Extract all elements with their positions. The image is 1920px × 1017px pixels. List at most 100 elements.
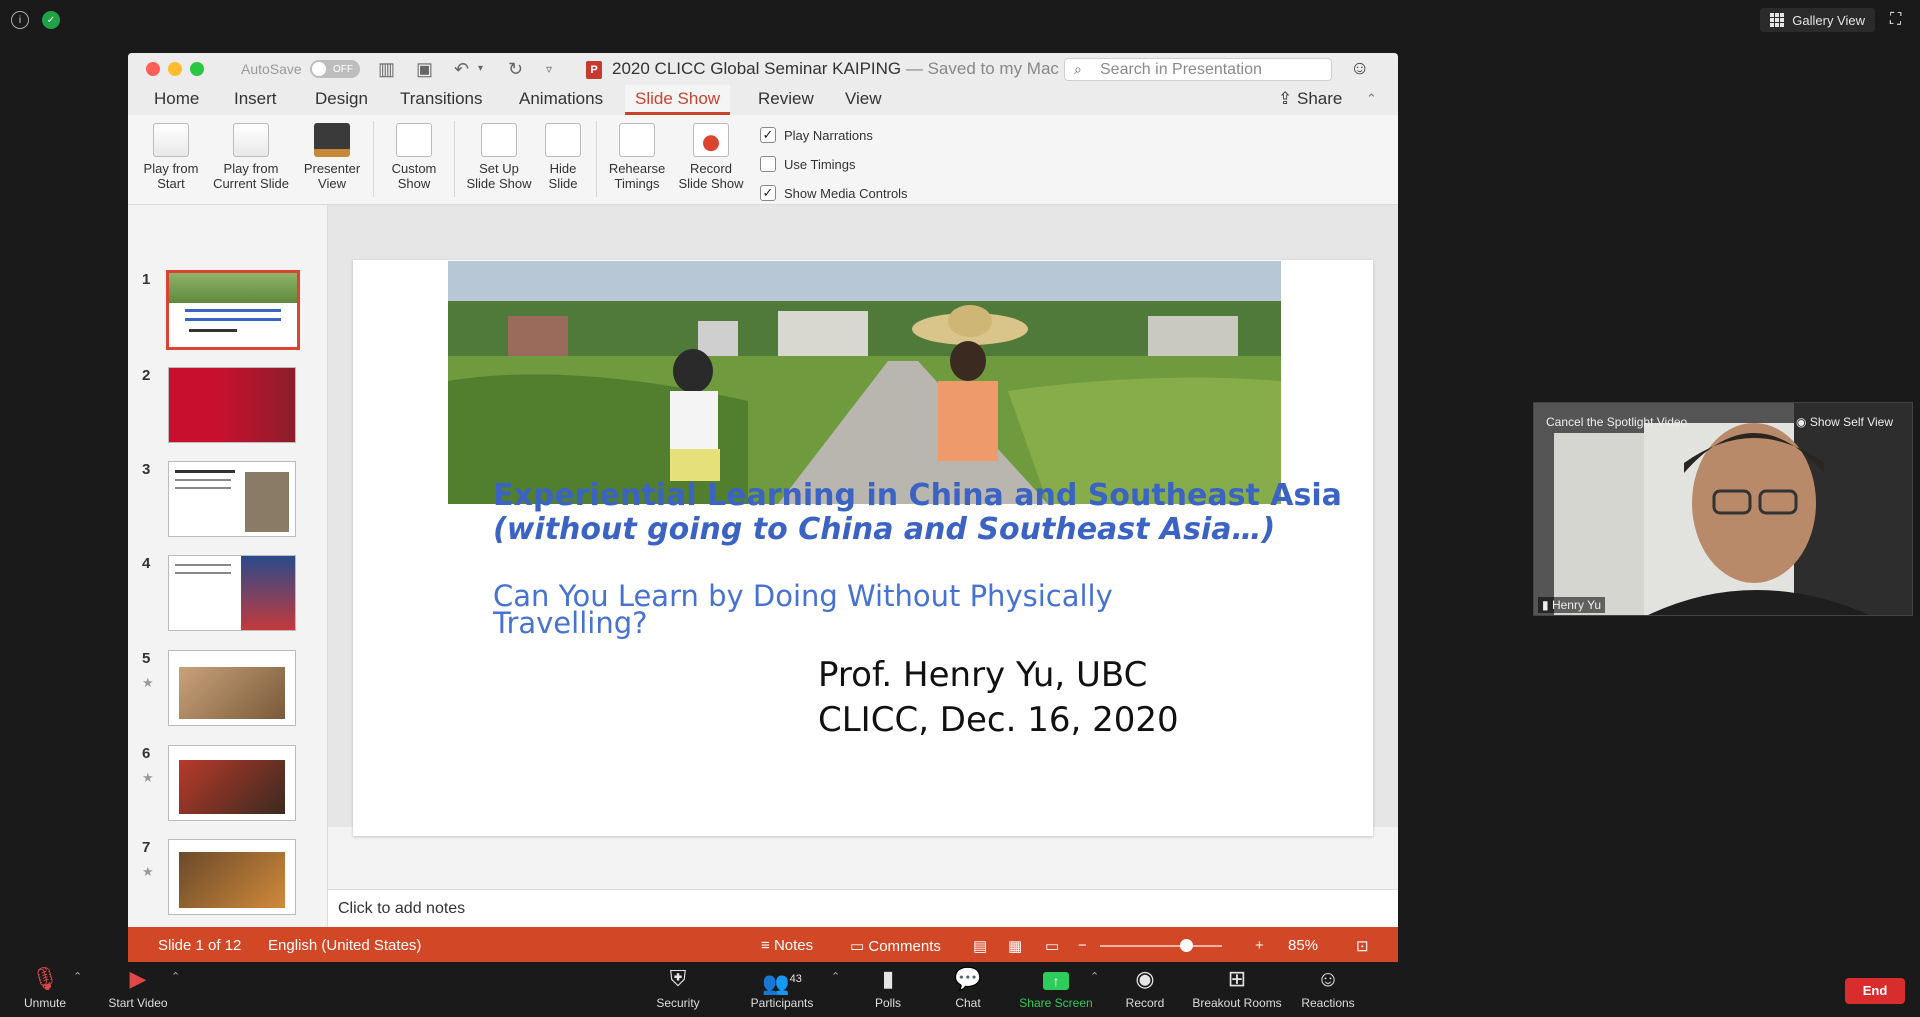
slide-thumbnail-5[interactable]	[168, 650, 296, 726]
customize-toolbar-icon[interactable]: ▿	[546, 58, 552, 80]
tab-home[interactable]: Home	[144, 85, 209, 115]
share-label: Share	[1296, 89, 1343, 108]
tab-view[interactable]: View	[835, 85, 892, 115]
zoom-level[interactable]: 85%	[1288, 937, 1318, 954]
record-slide-show-button[interactable]: Record Slide Show	[674, 123, 748, 191]
fit-to-window-icon[interactable]: ⊡	[1356, 937, 1369, 955]
presenter-view-line1: Presenter	[303, 161, 361, 176]
chat-button[interactable]: 💬 Chat	[918, 966, 1018, 1010]
normal-view-icon[interactable]: ▤	[973, 937, 987, 955]
zoom-slider-handle[interactable]	[1180, 939, 1193, 952]
reactions-smiley-icon: ☺	[1316, 966, 1340, 991]
end-meeting-button[interactable]: End	[1845, 978, 1905, 1004]
reactions-label: Reactions	[1301, 996, 1355, 1010]
start-video-label: Start Video	[108, 996, 168, 1010]
redo-icon[interactable]: ↻	[508, 58, 523, 80]
breakout-rooms-icon: ⊞	[1227, 966, 1247, 991]
tab-transitions[interactable]: Transitions	[390, 85, 493, 115]
thumbnail-number: 6	[142, 745, 151, 762]
use-timings-checkbox[interactable]: Use Timings	[760, 156, 856, 172]
reactions-button[interactable]: ☺ Reactions	[1278, 966, 1378, 1010]
custom-show-line1: Custom	[391, 161, 437, 176]
spotlight-video-tile[interactable]: Cancel the Spotlight Video ◉ Show Self V…	[1533, 402, 1913, 616]
hide-slide-button[interactable]: Hide Slide	[538, 123, 588, 191]
undo-dropdown-icon[interactable]: ▾	[478, 58, 483, 80]
language-indicator[interactable]: English (United States)	[268, 937, 421, 954]
current-slide[interactable]: Experiential Learning in China and South…	[353, 260, 1373, 836]
participants-button[interactable]: 👥43 Participants	[732, 966, 832, 1010]
info-icon[interactable]: i	[11, 11, 29, 29]
record-button[interactable]: ◉ Record	[1095, 966, 1195, 1010]
close-window-button[interactable]	[146, 62, 160, 76]
slide-thumbnail-4[interactable]	[168, 555, 296, 631]
video-options-chevron-icon[interactable]: ⌃	[171, 970, 180, 983]
gallery-view-label: Gallery View	[1792, 12, 1865, 28]
rehearse-timings-button[interactable]: Rehearse Timings	[602, 123, 672, 191]
feedback-smiley-icon[interactable]: ☺	[1350, 58, 1369, 80]
polls-label: Polls	[874, 996, 901, 1010]
share-button[interactable]: ⇪ Share	[1278, 89, 1342, 109]
show-self-view-button[interactable]: ◉ Show Self View	[1796, 415, 1893, 429]
maximize-window-button[interactable]	[190, 62, 204, 76]
zoom-slider-track[interactable]	[1100, 945, 1222, 947]
play-narrations-label: Play Narrations	[784, 127, 873, 143]
show-media-controls-checkbox[interactable]: ✓ Show Media Controls	[760, 185, 908, 201]
record-line1: Record	[690, 161, 732, 176]
tab-design[interactable]: Design	[305, 85, 378, 115]
slide-thumbnail-1[interactable]	[166, 270, 300, 350]
security-button[interactable]: ⛨ Security	[628, 966, 728, 1010]
minimize-window-button[interactable]	[168, 62, 182, 76]
gallery-view-button[interactable]: Gallery View	[1760, 8, 1875, 32]
slide-sorter-icon[interactable]: ▦	[1008, 937, 1022, 955]
comments-toggle-button[interactable]: ▭ Comments	[850, 937, 941, 955]
slide-photo-cyclists	[448, 261, 1281, 504]
audio-options-chevron-icon[interactable]: ⌃	[73, 970, 82, 983]
checkbox-checked-icon: ✓	[760, 127, 776, 143]
zoom-in-icon[interactable]: +	[1255, 937, 1264, 954]
tab-insert[interactable]: Insert	[224, 85, 287, 115]
custom-show-button[interactable]: Custom Show	[378, 123, 450, 191]
fullscreen-icon[interactable]: ⛶	[1890, 12, 1906, 28]
participants-icon: 👥43	[762, 970, 802, 996]
slide-thumbnail-3[interactable]	[168, 461, 296, 537]
play-narrations-checkbox[interactable]: ✓ Play Narrations	[760, 127, 873, 143]
search-input[interactable]: Search in Presentation	[1064, 58, 1332, 81]
cancel-spotlight-button[interactable]: Cancel the Spotlight Video	[1546, 415, 1687, 429]
comment-icon: ▭	[850, 938, 865, 955]
slide-thumbnail-6[interactable]	[168, 745, 296, 821]
tab-slide-show[interactable]: Slide Show	[625, 85, 731, 115]
slide-thumbnail-7[interactable]	[168, 839, 296, 915]
slide-thumbnails-pane[interactable]: 1 2 3 4 5 ★ 6 ★ 7 ★	[128, 205, 328, 927]
notes-toggle-button[interactable]: ≡ Notes	[761, 937, 813, 954]
rehearse-line1: Rehearse	[608, 161, 666, 176]
powerpoint-file-icon: P	[586, 61, 602, 79]
collapse-ribbon-icon[interactable]: ⌃	[1366, 91, 1377, 107]
slide-canvas[interactable]: Experiential Learning in China and South…	[328, 205, 1398, 836]
play-from-start-button[interactable]: Play from Start	[136, 123, 206, 191]
ribbon-divider	[454, 121, 455, 197]
play-from-current-slide-button[interactable]: Play from Current Slide	[206, 123, 296, 191]
shield-check-icon[interactable]: ✓	[42, 11, 60, 29]
notes-icon: ≡	[761, 937, 770, 954]
notes-placeholder: Click to add notes	[338, 900, 466, 917]
rehearse-timings-icon	[619, 123, 655, 157]
save-icon[interactable]: ▣	[416, 58, 433, 80]
notes-pane[interactable]: Click to add notes	[328, 889, 1398, 927]
slide-count: Slide 1 of 12	[158, 937, 242, 954]
sidebar-icon[interactable]: ▥	[378, 58, 395, 80]
breakout-rooms-button[interactable]: ⊞ Breakout Rooms	[1187, 966, 1287, 1010]
undo-icon[interactable]: ↶	[454, 58, 469, 80]
custom-show-line2: Show	[397, 176, 431, 191]
presenter-view-button[interactable]: Presenter View	[296, 123, 368, 191]
status-bar: Slide 1 of 12 English (United States) ≡ …	[128, 927, 1398, 965]
slide-thumbnail-2[interactable]	[168, 367, 296, 443]
title-bar: AutoSave OFF ▥ ▣ ↶ ▾ ↻ ▿ P 2020 CLICC Gl…	[128, 53, 1398, 85]
zoom-out-icon[interactable]: −	[1078, 937, 1087, 954]
autosave-toggle[interactable]: OFF	[310, 60, 360, 78]
record-slide-show-icon	[693, 123, 729, 157]
tab-review[interactable]: Review	[748, 85, 824, 115]
set-up-slide-show-button[interactable]: Set Up Slide Show	[460, 123, 538, 191]
tab-animations[interactable]: Animations	[509, 85, 613, 115]
reading-view-icon[interactable]: ▭	[1045, 937, 1059, 955]
animation-star-icon: ★	[142, 675, 154, 690]
